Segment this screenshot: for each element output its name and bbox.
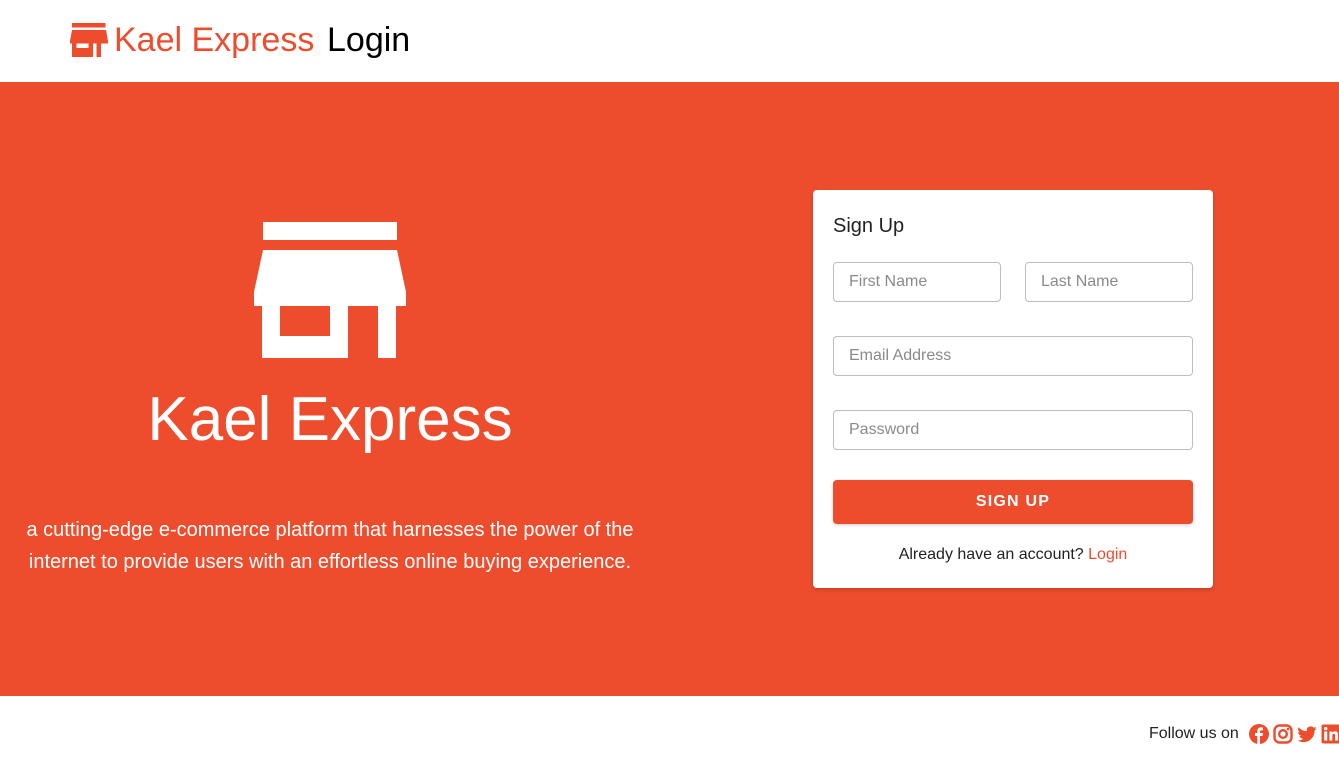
brand-logo-link[interactable]: Kael Express xyxy=(70,18,314,62)
already-account-text: Already have an account? xyxy=(898,546,1084,563)
first-name-field[interactable] xyxy=(833,262,1001,302)
linkedin-icon[interactable] xyxy=(1321,724,1339,744)
sign-up-button[interactable]: SIGN UP xyxy=(833,480,1193,524)
footer: Follow us on xyxy=(0,696,1339,767)
hero-section: Kael Express a cutting-edge e-commerce p… xyxy=(0,82,1339,696)
hero-description: a cutting-edge e-commerce platform that … xyxy=(26,519,634,573)
signup-card: Sign Up SIGN UP Already have an account?… xyxy=(813,190,1213,588)
top-header: Kael Express Login xyxy=(0,0,1339,82)
login-prompt: Already have an account? Login xyxy=(813,544,1213,566)
storefront-icon xyxy=(70,23,108,57)
storefront-icon xyxy=(254,222,406,358)
page-title: Login xyxy=(327,21,411,59)
instagram-icon[interactable] xyxy=(1273,724,1293,744)
signup-title: Sign Up xyxy=(833,215,905,237)
login-link[interactable]: Login xyxy=(1088,546,1127,563)
twitter-icon[interactable] xyxy=(1297,724,1317,744)
last-name-field[interactable] xyxy=(1025,262,1193,302)
hero-title: Kael Express xyxy=(147,385,513,454)
brand-name: Kael Express xyxy=(114,21,315,59)
password-field[interactable] xyxy=(833,410,1193,450)
facebook-icon[interactable] xyxy=(1249,724,1269,744)
email-field[interactable] xyxy=(833,336,1193,376)
follow-us-text: Follow us on xyxy=(1149,725,1239,742)
